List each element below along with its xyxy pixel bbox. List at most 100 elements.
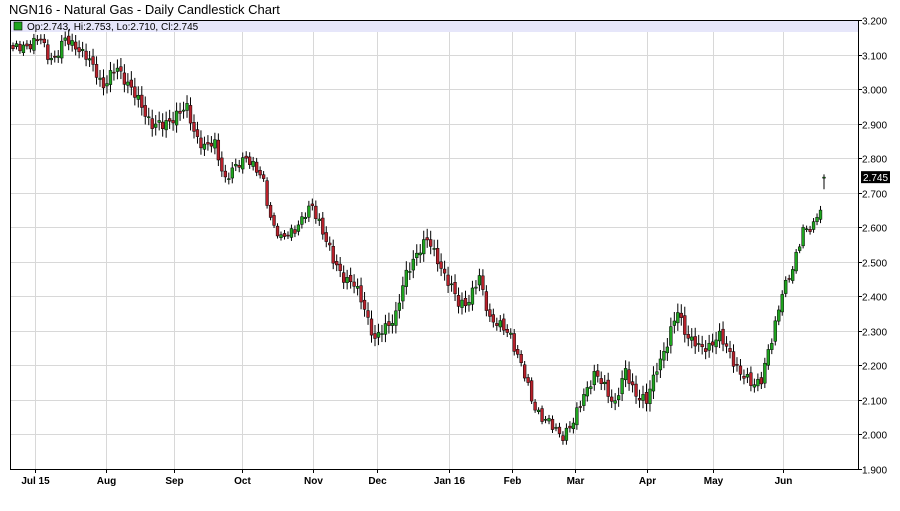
- candle: [470, 280, 475, 311]
- candle: [154, 115, 158, 136]
- candle: [707, 334, 711, 358]
- candle-body: [505, 328, 509, 333]
- candle: [509, 328, 513, 339]
- candle-body: [310, 203, 314, 206]
- candle-body: [683, 315, 687, 335]
- candle-body: [627, 369, 631, 384]
- candle: [728, 340, 732, 359]
- candle-body: [244, 155, 248, 159]
- candle: [373, 324, 377, 347]
- candle: [533, 399, 537, 413]
- candle: [181, 101, 186, 119]
- candle: [540, 405, 544, 425]
- candle: [11, 42, 15, 52]
- candle-body: [749, 372, 753, 386]
- candle-body: [362, 299, 367, 310]
- candle: [700, 335, 704, 355]
- candle-body: [275, 225, 280, 237]
- candle: [387, 312, 391, 334]
- candle-body: [317, 218, 321, 221]
- candle-body: [307, 205, 311, 218]
- candle: [724, 336, 729, 354]
- candle: [425, 228, 429, 248]
- candle: [704, 340, 708, 360]
- candle-body: [126, 81, 130, 86]
- candle-body: [227, 178, 231, 180]
- candle-body: [648, 388, 652, 404]
- candle-body: [690, 336, 694, 341]
- candle: [568, 421, 572, 433]
- candle: [352, 274, 356, 294]
- candle-body: [637, 397, 642, 401]
- candle-body: [425, 237, 429, 241]
- candle-body: [752, 384, 757, 388]
- candle-body: [676, 312, 680, 324]
- candle: [599, 371, 603, 391]
- candle-body: [411, 258, 415, 271]
- candle: [536, 407, 541, 415]
- candle: [258, 166, 262, 179]
- candle: [557, 422, 562, 438]
- candle: [39, 34, 43, 45]
- candle-body: [669, 326, 673, 346]
- candle-body: [429, 239, 433, 247]
- candle: [342, 265, 346, 289]
- candle: [115, 59, 120, 80]
- candle-body: [209, 142, 214, 147]
- candle: [529, 377, 534, 405]
- candle: [731, 344, 736, 373]
- candle-body: [568, 425, 572, 429]
- candle: [157, 111, 161, 131]
- candle-body: [707, 342, 711, 351]
- candle: [265, 177, 269, 209]
- candle-body: [25, 43, 29, 47]
- candle: [366, 302, 370, 325]
- candle-body: [321, 217, 325, 235]
- candle: [56, 50, 60, 63]
- candle: [585, 381, 589, 402]
- candle-body: [261, 174, 266, 179]
- candle: [561, 431, 565, 445]
- candle: [411, 250, 415, 279]
- candles: [11, 29, 826, 445]
- candle: [14, 40, 19, 50]
- candle: [119, 57, 123, 80]
- candle-body: [105, 83, 109, 87]
- candle-body: [630, 381, 635, 386]
- candle: [397, 294, 402, 319]
- candle-body: [641, 394, 645, 401]
- candle: [477, 268, 482, 292]
- candle: [432, 239, 436, 257]
- candle-body: [731, 351, 736, 367]
- y-tick-label: 2.700: [862, 190, 887, 201]
- candle-body: [202, 143, 207, 150]
- candle-body: [512, 333, 516, 352]
- candle-body: [495, 323, 499, 326]
- candle: [150, 109, 154, 137]
- candle-body: [679, 312, 683, 318]
- candle-body: [488, 309, 492, 317]
- candle: [237, 159, 241, 173]
- candle-body: [369, 318, 374, 336]
- candle: [822, 174, 826, 190]
- candle: [303, 212, 308, 224]
- candle-body: [721, 328, 725, 345]
- candle-body: [80, 48, 85, 51]
- candle-body: [589, 386, 593, 389]
- candle: [422, 230, 426, 262]
- candle-body: [759, 377, 763, 385]
- candle-body: [241, 157, 245, 170]
- candle-body: [787, 278, 791, 280]
- candle: [335, 254, 339, 272]
- candle-body: [460, 299, 464, 308]
- candle: [665, 337, 670, 361]
- candle: [550, 415, 555, 433]
- candle-body: [164, 120, 168, 131]
- candle: [254, 157, 259, 177]
- candle: [321, 211, 325, 240]
- candle-body: [529, 380, 534, 402]
- candle: [188, 97, 193, 131]
- candle: [42, 34, 46, 48]
- candle: [791, 266, 795, 284]
- candle: [401, 276, 405, 310]
